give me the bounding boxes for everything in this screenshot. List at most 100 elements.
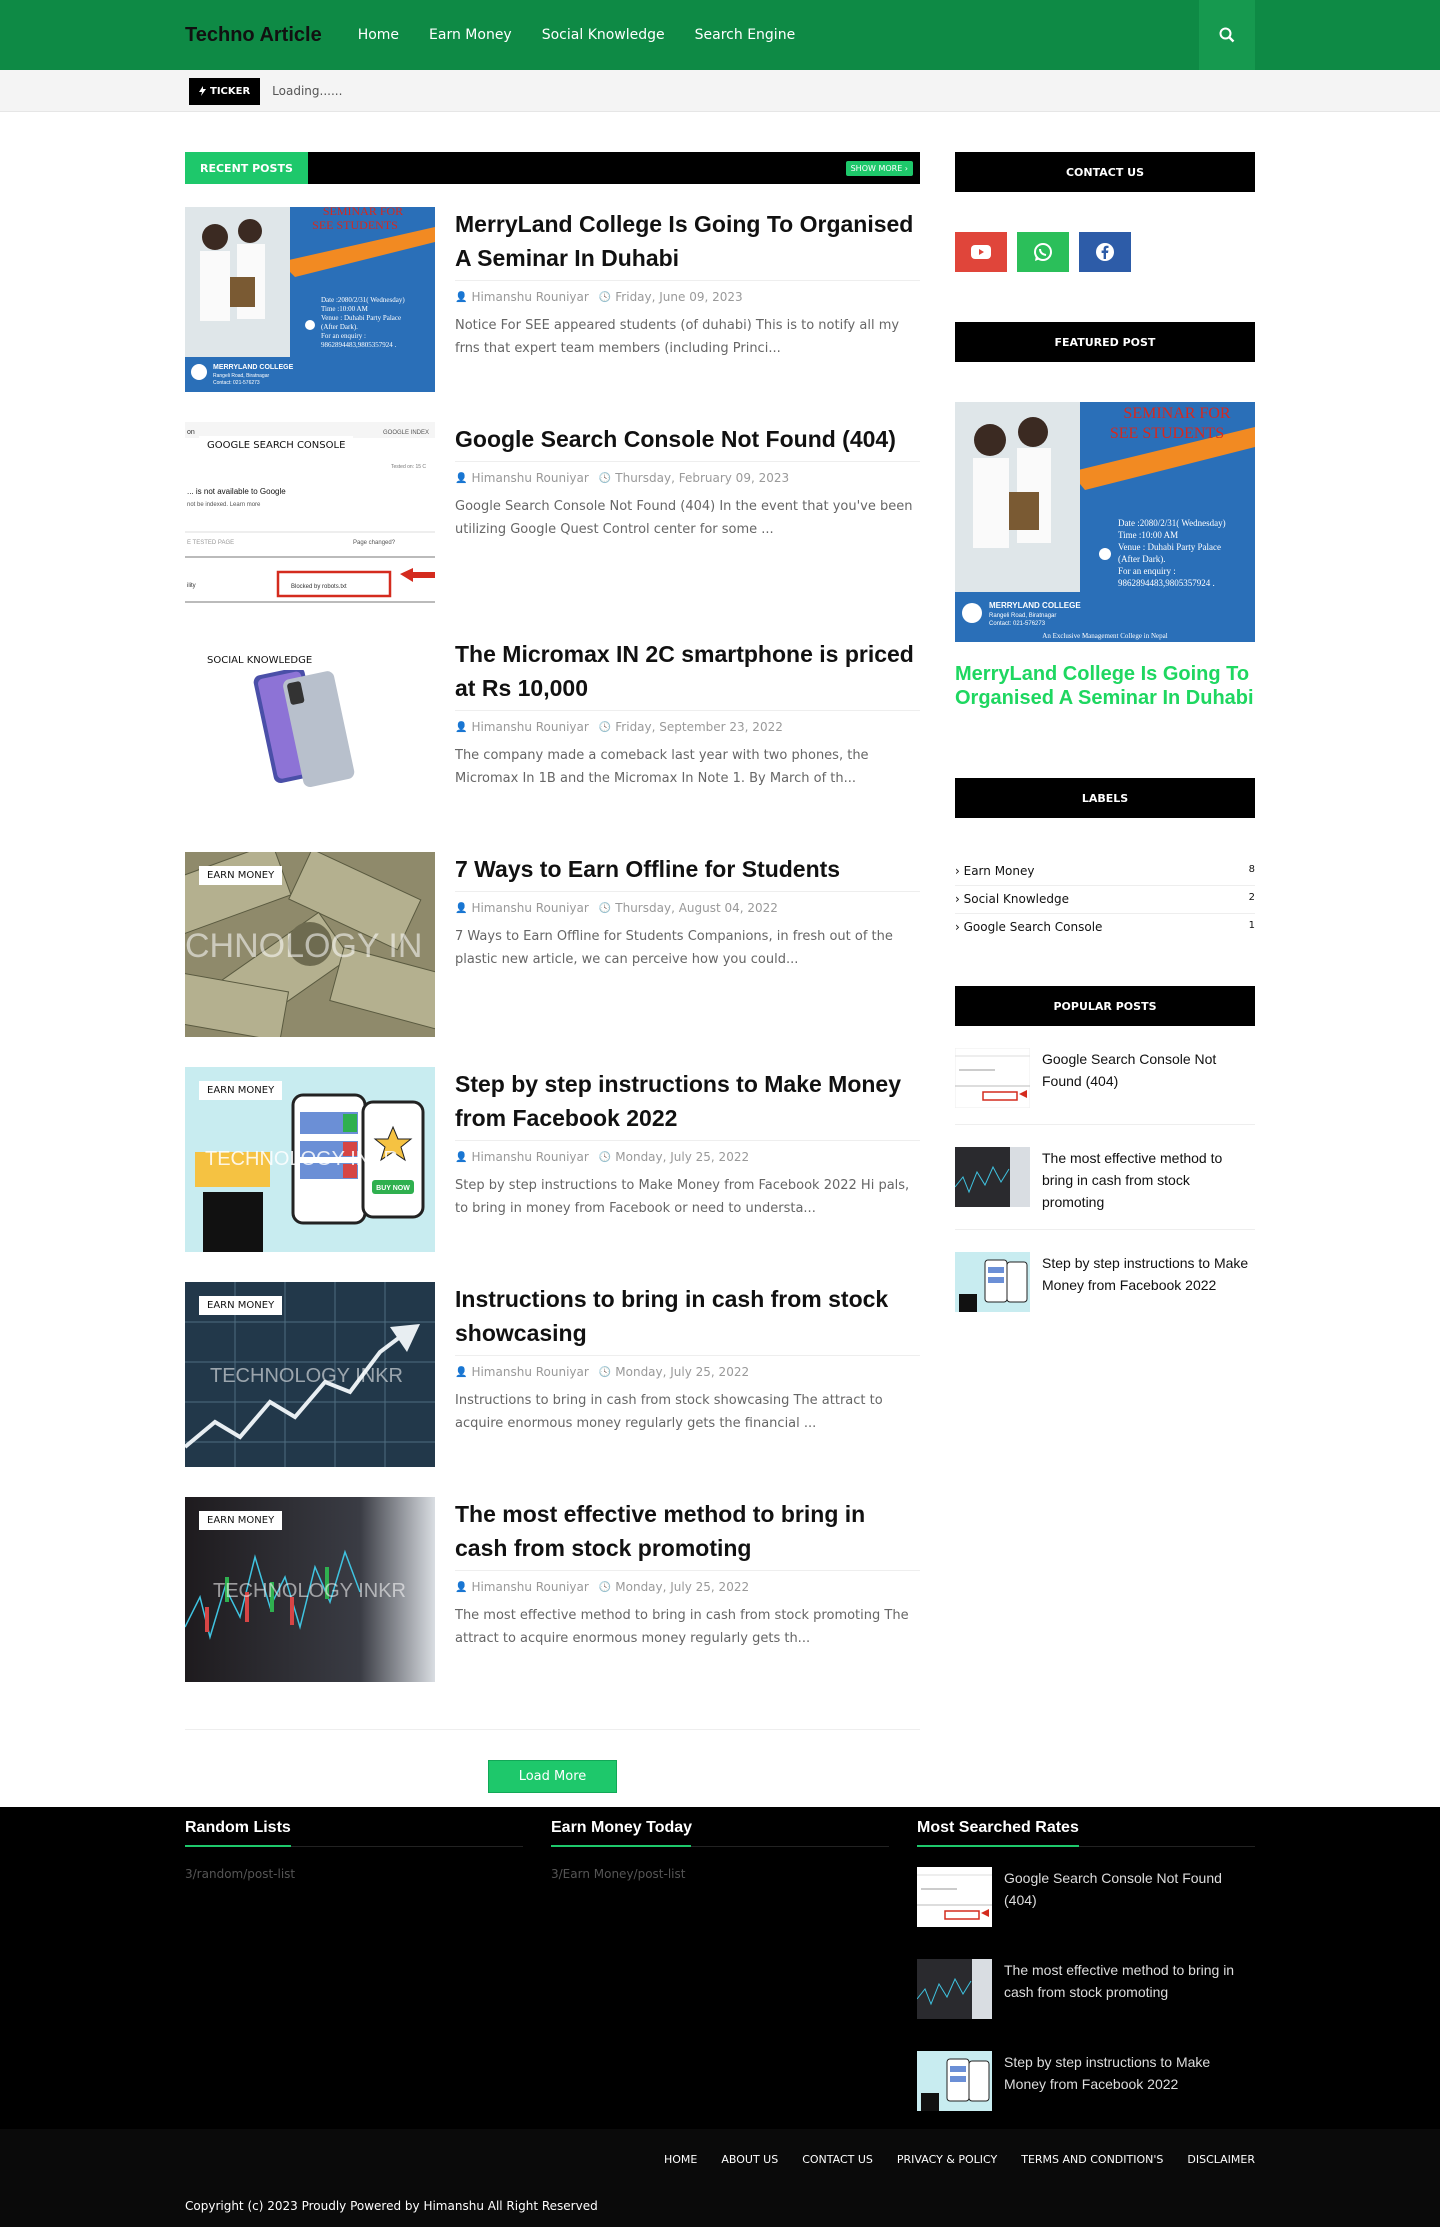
nav-search-engine[interactable]: Search Engine (695, 27, 796, 43)
footer-col-title: Most Searched Rates (917, 1819, 1255, 1847)
sidebar: CONTACT US FEATURED POST SEMINAR FOR SEE… (955, 152, 1255, 1807)
user-icon: 👤 (455, 1151, 468, 1163)
footer-post-title[interactable]: Google Search Console Not Found (404) (1004, 1867, 1255, 1927)
post-author[interactable]: Himanshu Rouniyar (471, 720, 588, 734)
facebook-button[interactable] (1079, 232, 1131, 272)
footer-nav: HOME ABOUT US CONTACT US PRIVACY & POLIC… (664, 2153, 1255, 2166)
post-title[interactable]: Instructions to bring in cash from stock… (455, 1282, 920, 1356)
ticker-text: Loading...... (272, 84, 343, 98)
user-icon: 👤 (455, 472, 468, 484)
post-thumbnail[interactable]: CHNOLOGY IN EARN MONEY (185, 852, 435, 1037)
featured-time: Time :10:00 AM (1118, 530, 1178, 540)
nav-social-knowledge[interactable]: Social Knowledge (542, 27, 665, 43)
label-item-earn-money[interactable]: › Earn Money 8 (955, 858, 1255, 886)
featured-post-image[interactable]: SEMINAR FOR SEE STUDENTS Date :2080/2/31… (955, 402, 1255, 646)
popular-posts-header: POPULAR POSTS (955, 986, 1255, 1026)
featured-date: Date :2080/2/31( Wednesday) (1118, 518, 1226, 528)
post-title[interactable]: MerryLand College Is Going To Organised … (455, 207, 920, 281)
footer-col-most-searched: Most Searched Rates Google Search Consol… (917, 1819, 1255, 2129)
post-thumbnail[interactable]: SOCIAL KNOWLEDGE (185, 637, 435, 822)
clock-icon: 🕓 (598, 902, 612, 914)
gsc-index: GOOGLE INDEX (383, 430, 429, 436)
popular-post-thumbnail[interactable] (955, 1048, 1030, 1108)
header-bar: Techno Article Home Earn Money Social Kn… (0, 0, 1440, 70)
post-title[interactable]: Step by step instructions to Make Money … (455, 1067, 920, 1141)
footer-post-thumbnail[interactable] (917, 1867, 992, 1927)
post-author[interactable]: Himanshu Rouniyar (471, 290, 588, 304)
popular-post-thumbnail[interactable] (955, 1252, 1030, 1312)
footer-post-item: The most effective method to bring in ca… (917, 1959, 1255, 2019)
footer-col-title: Random Lists (185, 1819, 523, 1847)
show-more-label: SHOW MORE (850, 163, 903, 173)
footer-nav-terms[interactable]: TERMS AND CONDITION'S (1021, 2153, 1163, 2166)
footer-post-title[interactable]: Step by step instructions to Make Money … (1004, 2051, 1255, 2111)
post-title[interactable]: The Micromax IN 2C smartphone is priced … (455, 637, 920, 711)
popular-post-title[interactable]: Google Search Console Not Found (404) (1042, 1048, 1255, 1108)
footer-post-thumbnail[interactable] (917, 1959, 992, 2019)
post-author[interactable]: Himanshu Rouniyar (471, 1365, 588, 1379)
post-label[interactable]: SOCIAL KNOWLEDGE (199, 651, 321, 670)
post-title[interactable]: The most effective method to bring in ca… (455, 1497, 920, 1571)
footer-nav-disclaimer[interactable]: DISCLAIMER (1187, 2153, 1255, 2166)
post-author[interactable]: Himanshu Rouniyar (471, 1150, 588, 1164)
post-thumbnail[interactable]: BUY NOW TECHNOLOGY INKR EARN MONEY (185, 1067, 435, 1252)
popular-post-title[interactable]: Step by step instructions to Make Money … (1042, 1252, 1255, 1312)
ticker-tag-label: TICKER (210, 85, 251, 97)
youtube-button[interactable] (955, 232, 1007, 272)
load-more-button[interactable]: Load More (487, 1760, 618, 1793)
featured-post-title[interactable]: MerryLand College Is Going To Organised … (955, 662, 1255, 710)
post-label[interactable]: EARN MONEY (199, 1081, 283, 1100)
post-title[interactable]: 7 Ways to Earn Offline for Students (455, 852, 920, 892)
gsc-page-changed: Page changed? (353, 540, 396, 546)
footer-nav-privacy[interactable]: PRIVACY & POLICY (897, 2153, 997, 2166)
user-icon: 👤 (455, 1581, 468, 1593)
footer-col-random-lists: Random Lists 3/random/post-list (185, 1819, 523, 2129)
post-author[interactable]: Himanshu Rouniyar (471, 1580, 588, 1594)
post-label[interactable]: GOOGLE SEARCH CONSOLE (199, 436, 354, 455)
label-item-social-knowledge[interactable]: › Social Knowledge 2 (955, 886, 1255, 914)
post-item: TECHNOLOGY INKR EARN MONEY Instructions … (185, 1282, 920, 1474)
post-snippet: 7 Ways to Earn Offline for Students Comp… (455, 929, 893, 967)
nav-earn-money[interactable]: Earn Money (429, 27, 512, 43)
user-icon: 👤 (455, 902, 468, 914)
post-author[interactable]: Himanshu Rouniyar (471, 471, 588, 485)
show-more-button[interactable]: SHOW MORE › (845, 160, 913, 176)
post-thumbnail[interactable]: TECHNOLOGY INKR EARN MONEY (185, 1497, 435, 1682)
post-label[interactable]: EARN MONEY (199, 1296, 283, 1315)
popular-post-thumbnail[interactable] (955, 1147, 1030, 1207)
post-snippet: The company made a comeback last year wi… (455, 748, 869, 786)
search-button[interactable] (1199, 0, 1255, 70)
seminar-phone: 9862894483,9805357924 . (321, 341, 397, 349)
footer-post-title[interactable]: The most effective method to bring in ca… (1004, 1959, 1255, 2019)
post-thumbnail[interactable]: on GOOGLE INDEX Tested on: 15 C ... is n… (185, 422, 435, 607)
post-thumbnail[interactable]: TECHNOLOGY INKR EARN MONEY (185, 1282, 435, 1467)
footer-nav-home[interactable]: HOME (664, 2153, 697, 2166)
label-item-google-search-console[interactable]: › Google Search Console 1 (955, 914, 1255, 941)
post-author[interactable]: Himanshu Rouniyar (471, 901, 588, 915)
popular-post-title[interactable]: The most effective method to bring in ca… (1042, 1147, 1255, 1213)
site-logo[interactable]: Techno Article (185, 24, 322, 47)
post-meta: 👤 Himanshu Rouniyar 🕓 Monday, July 25, 202… (455, 1580, 920, 1594)
label-name: › Google Search Console (955, 920, 1102, 934)
post-title[interactable]: Google Search Console Not Found (404) (455, 422, 920, 462)
post-meta: 👤 Himanshu Rouniyar 🕓 Friday, June 09, 202… (455, 290, 920, 304)
post-label[interactable]: EARN MONEY (199, 866, 283, 885)
label-name: › Earn Money (955, 864, 1035, 878)
post-label[interactable]: EARN MONEY (199, 1511, 283, 1530)
footer-post-thumbnail[interactable] (917, 2051, 992, 2111)
popular-post-item: Step by step instructions to Make Money … (955, 1230, 1255, 1328)
footer-col-title-text: Earn Money Today (551, 1819, 693, 1836)
clock-icon: 🕓 (598, 1366, 612, 1378)
chevron-right-icon: › (955, 920, 964, 934)
footer-col-title: Earn Money Today (551, 1819, 889, 1847)
chevron-right-icon: › (904, 163, 908, 173)
recent-posts-header: RECENT POSTS SHOW MORE › (185, 152, 920, 184)
popular-posts-list: Google Search Console Not Found (404) Th… (955, 1026, 1255, 1328)
footer-nav-about[interactable]: ABOUT US (721, 2153, 778, 2166)
post-thumbnail[interactable]: SEMINAR FOR SEE STUDENTS Date :2080/2/31… (185, 207, 435, 392)
post-item: CHNOLOGY IN EARN MONEY 7 Ways to Earn Of… (185, 852, 920, 1044)
gsc-blocked: Blocked by robots.txt (291, 584, 347, 590)
footer-nav-contact[interactable]: CONTACT US (802, 2153, 873, 2166)
nav-home[interactable]: Home (358, 27, 399, 43)
whatsapp-button[interactable] (1017, 232, 1069, 272)
